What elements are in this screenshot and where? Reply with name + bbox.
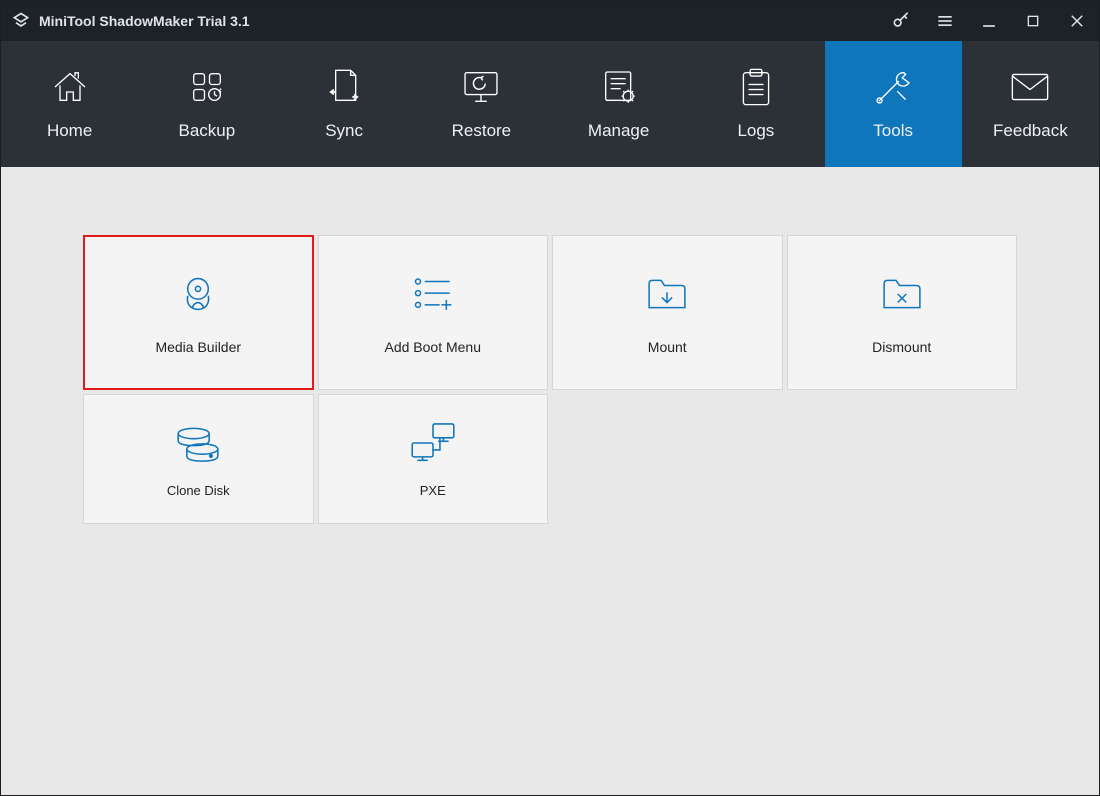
- tile-pxe[interactable]: PXE: [318, 394, 549, 524]
- tile-label: Add Boot Menu: [384, 339, 481, 355]
- close-button[interactable]: [1055, 1, 1099, 41]
- tile-add-boot-menu[interactable]: Add Boot Menu: [318, 235, 549, 390]
- logs-icon: [738, 67, 774, 107]
- nav-manage[interactable]: Manage: [550, 41, 687, 167]
- nav-label: Tools: [873, 121, 913, 141]
- app-logo-icon: [11, 11, 31, 31]
- app-window: MiniTool ShadowMaker Trial 3.1: [0, 0, 1100, 796]
- nav-sync[interactable]: Sync: [276, 41, 413, 167]
- tools-icon: [872, 67, 914, 107]
- title-bar: MiniTool ShadowMaker Trial 3.1: [1, 1, 1099, 41]
- tile-label: Media Builder: [155, 339, 241, 355]
- media-builder-icon: [174, 271, 222, 317]
- clone-disk-icon: [173, 421, 223, 465]
- tile-label: PXE: [420, 483, 446, 498]
- tile-label: Dismount: [872, 339, 931, 355]
- nav-label: Manage: [588, 121, 649, 141]
- tile-clone-disk[interactable]: Clone Disk: [83, 394, 314, 524]
- tools-row-1: Media Builder Add Boot Menu Mount Dismou…: [83, 235, 1017, 390]
- nav-label: Restore: [452, 121, 512, 141]
- maximize-button[interactable]: [1011, 1, 1055, 41]
- nav-label: Home: [47, 121, 92, 141]
- nav-backup[interactable]: Backup: [138, 41, 275, 167]
- tools-row-2: Clone Disk PXE: [83, 394, 1017, 524]
- nav-logs[interactable]: Logs: [687, 41, 824, 167]
- feedback-icon: [1009, 67, 1051, 107]
- nav-label: Logs: [737, 121, 774, 141]
- nav-label: Sync: [325, 121, 363, 141]
- pxe-icon: [407, 421, 459, 465]
- nav-restore[interactable]: Restore: [413, 41, 550, 167]
- tile-label: Clone Disk: [167, 483, 230, 498]
- app-title: MiniTool ShadowMaker Trial 3.1: [39, 13, 250, 29]
- tools-panel: Media Builder Add Boot Menu Mount Dismou…: [1, 167, 1099, 795]
- nav-feedback[interactable]: Feedback: [962, 41, 1099, 167]
- minimize-button[interactable]: [967, 1, 1011, 41]
- home-icon: [50, 67, 90, 107]
- tile-label: Mount: [648, 339, 687, 355]
- key-button[interactable]: [879, 1, 923, 41]
- sync-icon: [325, 67, 363, 107]
- dismount-icon: [879, 271, 925, 317]
- nav-label: Backup: [179, 121, 236, 141]
- mount-icon: [644, 271, 690, 317]
- nav-label: Feedback: [993, 121, 1068, 141]
- manage-icon: [599, 67, 639, 107]
- main-nav: Home Backup Sync Restore Manage: [1, 41, 1099, 167]
- restore-icon: [460, 67, 502, 107]
- backup-icon: [187, 67, 227, 107]
- add-boot-menu-icon: [408, 271, 458, 317]
- nav-home[interactable]: Home: [1, 41, 138, 167]
- tile-mount[interactable]: Mount: [552, 235, 783, 390]
- tile-media-builder[interactable]: Media Builder: [83, 235, 314, 390]
- tile-dismount[interactable]: Dismount: [787, 235, 1018, 390]
- nav-tools[interactable]: Tools: [825, 41, 962, 167]
- menu-button[interactable]: [923, 1, 967, 41]
